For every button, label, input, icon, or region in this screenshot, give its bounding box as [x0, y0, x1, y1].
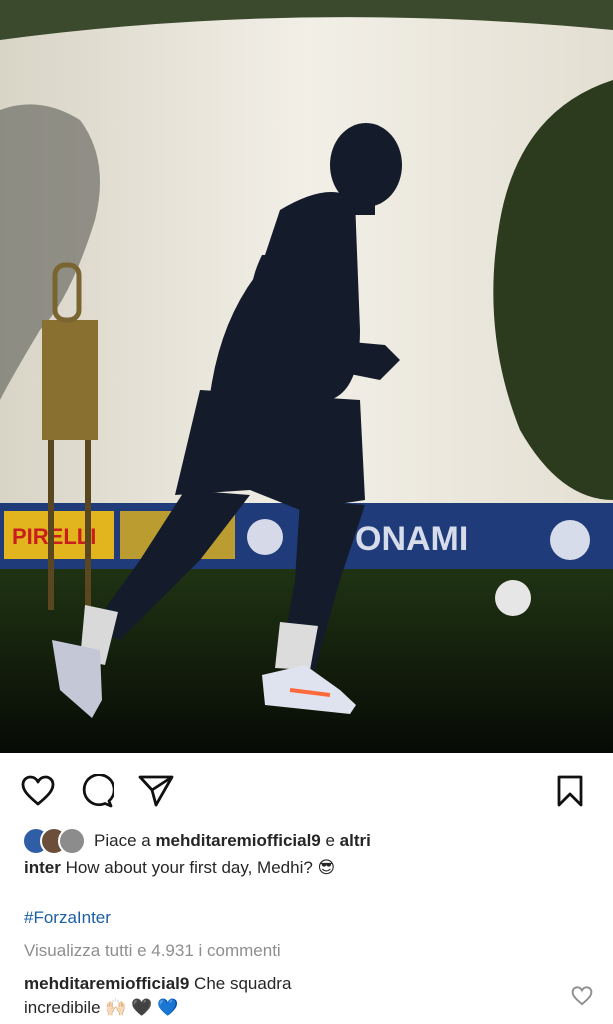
comment-line-1: mehditaremiofficial9 Che squadra — [24, 973, 291, 995]
comment-username[interactable]: mehditaremiofficial9 — [24, 974, 189, 993]
heart-outline-small-icon[interactable] — [571, 986, 593, 1008]
caption-username[interactable]: inter — [24, 858, 61, 877]
caption-text: How about your first day, Medhi? 😎 — [60, 858, 336, 877]
liker-avatars[interactable] — [22, 827, 86, 855]
comment-bubble-icon[interactable] — [77, 771, 117, 811]
banner-text-left: PIRELLI — [12, 524, 96, 549]
caption: inter How about your first day, Medhi? 😎 — [24, 857, 335, 879]
likes-connector: e — [320, 831, 340, 850]
liker-username[interactable]: mehditaremiofficial9 — [155, 831, 320, 851]
hashtag-link[interactable]: #ForzaInter — [24, 907, 111, 929]
comment-text-line1: Che squadra — [189, 974, 292, 993]
view-all-comments-link[interactable]: Visualizza tutti e 4.931 i commenti — [24, 940, 281, 962]
avatar[interactable] — [58, 827, 86, 855]
post-photo-graphic: PIRELLI ONAMI — [0, 0, 613, 753]
banner-text-right: ONAMI — [355, 520, 468, 558]
likes-summary[interactable]: Piace a mehditaremiofficial9 e altri — [22, 826, 371, 856]
heart-outline-icon[interactable] — [18, 771, 58, 811]
post-image[interactable]: PIRELLI ONAMI — [0, 0, 613, 753]
paper-plane-icon[interactable] — [136, 771, 176, 811]
bookmark-icon[interactable] — [550, 771, 590, 811]
comment-text-line2: incredibile 🙌🏻 🖤 💙 — [24, 998, 179, 1017]
post-actions-bar — [0, 753, 613, 825]
likes-others-link[interactable]: altri — [340, 831, 371, 851]
likes-prefix: Piace a — [94, 831, 156, 850]
